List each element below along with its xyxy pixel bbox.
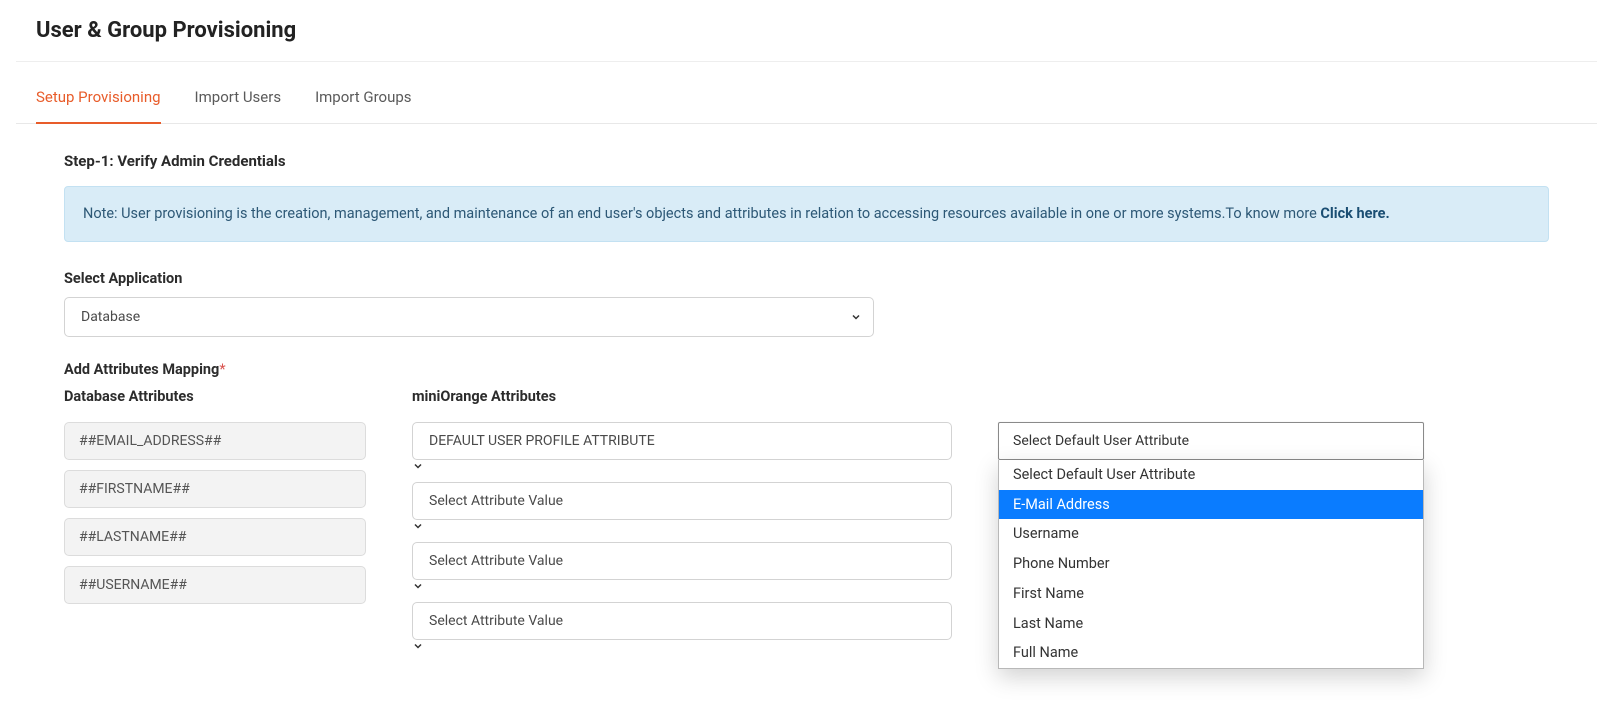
tab-bar: Setup Provisioning Import Users Import G… (16, 66, 1597, 124)
note-text: Note: User provisioning is the creation,… (83, 205, 1320, 222)
select-application-label: Select Application (64, 270, 1549, 287)
dropdown-option[interactable]: E-Mail Address (999, 490, 1423, 520)
mo-attribute-select[interactable]: Select Attribute Value (412, 542, 952, 580)
tab-import-groups[interactable]: Import Groups (315, 66, 411, 124)
chevron-down-icon (412, 640, 952, 652)
select-application-block: Select Application Database (64, 270, 1549, 337)
tab-import-users[interactable]: Import Users (195, 66, 282, 124)
database-attributes-column: Database Attributes ##EMAIL_ADDRESS## ##… (64, 388, 366, 652)
chevron-down-icon (412, 520, 952, 532)
miniorange-attributes-header: miniOrange Attributes (412, 388, 952, 408)
step-title: Step-1: Verify Admin Credentials (64, 152, 1549, 170)
default-user-attribute-dropdown: Select Default User Attribute E-Mail Add… (998, 460, 1424, 669)
content-area: Step-1: Verify Admin Credentials Note: U… (16, 124, 1597, 704)
default-user-attribute-column: Select Default User Attribute Select Def… (998, 388, 1424, 652)
default-user-attribute-select[interactable]: Select Default User Attribute (998, 422, 1424, 460)
page-title: User & Group Provisioning (16, 0, 1597, 62)
dropdown-option[interactable]: Last Name (999, 609, 1423, 639)
select-application-dropdown[interactable]: Database (64, 297, 874, 337)
tab-setup-provisioning[interactable]: Setup Provisioning (36, 66, 161, 124)
db-attribute-input[interactable]: ##LASTNAME## (64, 518, 366, 556)
db-attribute-input[interactable]: ##EMAIL_ADDRESS## (64, 422, 366, 460)
required-mark: * (219, 361, 225, 378)
mo-attribute-select[interactable]: Select Attribute Value (412, 602, 952, 640)
chevron-down-icon (412, 460, 952, 472)
dropdown-option[interactable]: Username (999, 519, 1423, 549)
info-note: Note: User provisioning is the creation,… (64, 186, 1549, 242)
miniorange-attributes-column: miniOrange Attributes DEFAULT USER PROFI… (412, 388, 952, 652)
chevron-down-icon (412, 580, 952, 592)
db-attribute-input[interactable]: ##FIRSTNAME## (64, 470, 366, 508)
click-here-link[interactable]: Click here. (1320, 205, 1389, 222)
attributes-mapping-block: Add Attributes Mapping* Database Attribu… (64, 361, 1549, 652)
mapping-label-text: Add Attributes Mapping (64, 361, 219, 378)
db-attribute-input[interactable]: ##USERNAME## (64, 566, 366, 604)
dropdown-option[interactable]: First Name (999, 579, 1423, 609)
mo-attribute-select[interactable]: Select Attribute Value (412, 482, 952, 520)
default-attr-header-spacer (998, 388, 1424, 408)
attributes-mapping-label: Add Attributes Mapping* (64, 361, 1549, 378)
mo-attribute-select[interactable]: DEFAULT USER PROFILE ATTRIBUTE (412, 422, 952, 460)
database-attributes-header: Database Attributes (64, 388, 366, 408)
dropdown-option[interactable]: Phone Number (999, 549, 1423, 579)
dropdown-option[interactable]: Full Name (999, 638, 1423, 668)
dropdown-option[interactable]: Select Default User Attribute (999, 460, 1423, 490)
